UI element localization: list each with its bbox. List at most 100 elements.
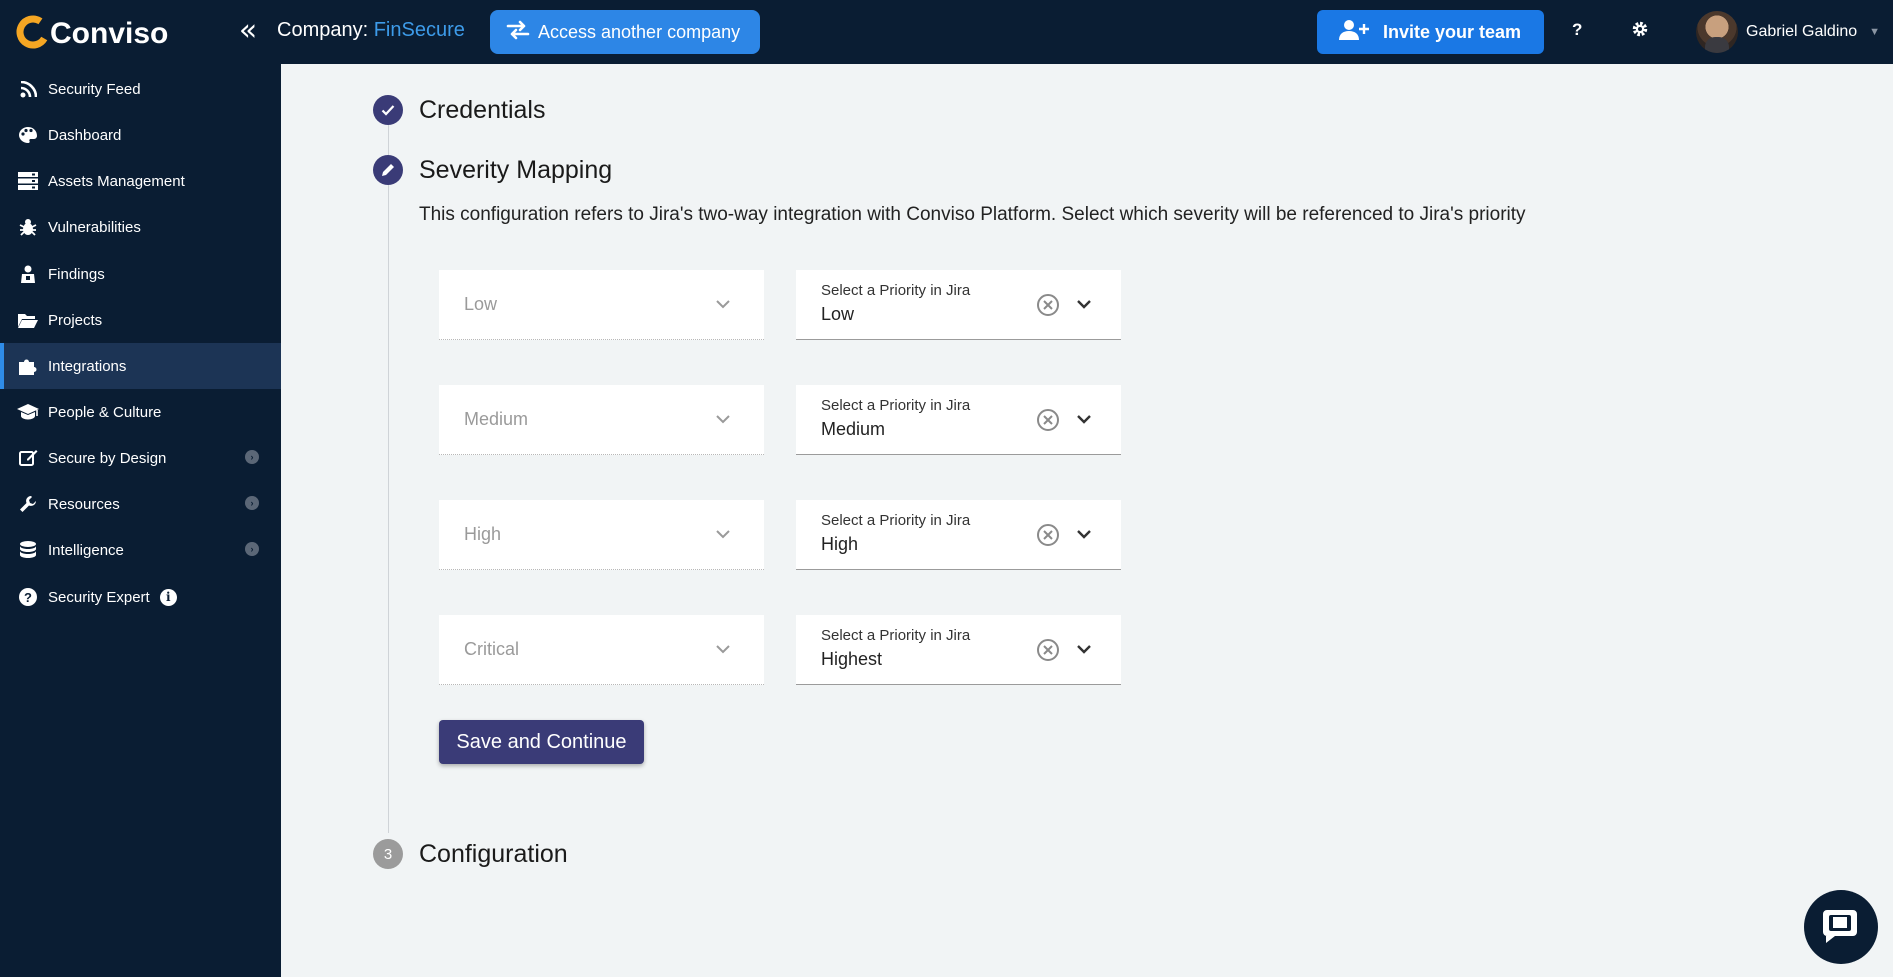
chevron-down-icon[interactable]: [1075, 525, 1093, 543]
gear-icon[interactable]: [1631, 20, 1649, 43]
sidebar-item-integrations[interactable]: Integrations: [0, 343, 281, 389]
puzzle-icon: [16, 357, 40, 375]
severity-value: Medium: [464, 409, 529, 429]
chevron-right-icon[interactable]: ›: [245, 450, 259, 464]
rss-icon: [16, 80, 40, 98]
sidebar-item-people-culture[interactable]: People & Culture: [0, 389, 281, 435]
chevron-right-icon[interactable]: ›: [245, 496, 259, 510]
chat-button[interactable]: [1804, 890, 1878, 964]
sidebar-item-label: Security Expert: [48, 588, 150, 606]
help-icon[interactable]: ?: [1572, 20, 1582, 40]
sidebar-item-security-expert[interactable]: ? Security Expert i: [0, 574, 281, 620]
jira-priority-label: Select a Priority in Jira: [821, 627, 971, 644]
question-circle-icon: ?: [16, 588, 40, 606]
jira-priority-label: Select a Priority in Jira: [821, 282, 971, 299]
company-name[interactable]: FinSecure: [374, 19, 465, 41]
server-icon: [16, 172, 40, 190]
sidebar-item-secure-by-design[interactable]: Secure by Design ›: [0, 435, 281, 481]
collapse-sidebar-button[interactable]: «: [234, 16, 262, 46]
sidebar-item-label: Vulnerabilities: [48, 218, 141, 236]
clear-icon[interactable]: [1036, 408, 1060, 432]
severity-mapping-description: This configuration refers to Jira's two-…: [419, 204, 1526, 225]
svg-text:?: ?: [24, 590, 32, 605]
severity-select-high: High: [439, 500, 764, 570]
sidebar: Security Feed Dashboard Assets Managemen…: [0, 64, 281, 977]
pencil-icon: [373, 155, 403, 185]
folder-icon: [16, 312, 40, 328]
sidebar-item-label: Dashboard: [48, 126, 122, 144]
step-title-severity-mapping: Severity Mapping: [419, 156, 613, 184]
chevron-down-icon: [716, 530, 730, 539]
chevron-down-icon[interactable]: [1075, 295, 1093, 313]
stepper-line: [388, 123, 389, 833]
database-icon: [16, 541, 40, 559]
jira-priority-select-medium[interactable]: Select a Priority in Jira Medium: [796, 385, 1121, 455]
chevron-right-icon[interactable]: ›: [245, 542, 259, 556]
avatar: [1696, 11, 1738, 53]
chevron-down-icon: [716, 415, 730, 424]
clear-icon[interactable]: [1036, 293, 1060, 317]
sidebar-item-label: Projects: [48, 311, 103, 329]
conviso-logo[interactable]: Conviso: [16, 12, 172, 52]
sidebar-item-label: Findings: [48, 265, 105, 283]
access-another-company-button[interactable]: Access another company: [490, 10, 760, 54]
invite-team-button[interactable]: Invite your team: [1317, 10, 1544, 54]
sidebar-item-intelligence[interactable]: Intelligence ›: [0, 527, 281, 573]
jira-priority-value: Medium: [821, 419, 886, 439]
step-title-credentials[interactable]: Credentials: [419, 96, 545, 125]
access-another-company-label: Access another company: [538, 21, 741, 42]
graduation-cap-icon: [16, 404, 40, 420]
palette-icon: [16, 126, 40, 144]
severity-select-critical: Critical: [439, 615, 764, 685]
step-number-badge: 3: [373, 839, 403, 869]
severity-select-medium: Medium: [439, 385, 764, 455]
jira-priority-label: Select a Priority in Jira: [821, 512, 971, 529]
chevron-down-icon: [716, 300, 730, 309]
chevron-down-icon[interactable]: [1075, 640, 1093, 658]
user-menu[interactable]: Gabriel Galdino ▼: [1696, 11, 1880, 53]
chevron-down-icon: [716, 645, 730, 654]
clear-icon[interactable]: [1036, 638, 1060, 662]
clear-icon[interactable]: [1036, 523, 1060, 547]
invite-team-label: Invite your team: [1383, 21, 1522, 42]
chevron-down-icon[interactable]: [1075, 410, 1093, 428]
severity-select-low: Low: [439, 270, 764, 340]
sidebar-item-vulnerabilities[interactable]: Vulnerabilities: [0, 204, 281, 250]
sidebar-item-label: Integrations: [48, 357, 127, 375]
findings-icon: [16, 265, 40, 283]
jira-priority-value: Low: [821, 304, 855, 324]
severity-value: Low: [464, 294, 498, 314]
step-title-configuration: Configuration: [419, 840, 568, 868]
sidebar-item-label: Intelligence: [48, 541, 124, 559]
sidebar-item-findings[interactable]: Findings: [0, 251, 281, 297]
sidebar-item-projects[interactable]: Projects: [0, 297, 281, 343]
jira-priority-select-critical[interactable]: Select a Priority in Jira Highest: [796, 615, 1121, 685]
sidebar-item-security-feed[interactable]: Security Feed: [0, 66, 281, 112]
top-bar: Conviso « Company: FinSecure Access anot…: [0, 0, 1893, 64]
jira-priority-select-high[interactable]: Select a Priority in Jira High: [796, 500, 1121, 570]
sidebar-item-label: Resources: [48, 495, 120, 513]
edit-icon: [16, 449, 40, 467]
severity-value: Critical: [464, 639, 520, 659]
severity-value: High: [464, 524, 502, 544]
check-icon: [373, 95, 403, 125]
sidebar-item-dashboard[interactable]: Dashboard: [0, 112, 281, 158]
info-icon[interactable]: i: [159, 588, 177, 606]
jira-priority-value: High: [821, 534, 859, 554]
jira-priority-label: Select a Priority in Jira: [821, 397, 971, 414]
company-indicator: Company: FinSecure: [277, 19, 465, 42]
sidebar-item-resources[interactable]: Resources ›: [0, 481, 281, 527]
swap-arrows-icon: [506, 20, 530, 45]
sidebar-item-assets-management[interactable]: Assets Management: [0, 158, 281, 204]
user-plus-icon: [1339, 19, 1369, 46]
jira-priority-select-low[interactable]: Select a Priority in Jira Low: [796, 270, 1121, 340]
caret-down-icon: ▼: [1869, 26, 1881, 38]
chat-bubble-icon: [1821, 906, 1861, 949]
svg-text:Conviso: Conviso: [50, 17, 168, 49]
sidebar-item-label: Assets Management: [48, 172, 185, 190]
company-label: Company:: [277, 19, 369, 41]
save-and-continue-button[interactable]: Save and Continue: [439, 720, 644, 764]
user-name: Gabriel Galdino: [1746, 23, 1858, 40]
jira-priority-value: Highest: [821, 649, 883, 669]
sidebar-item-label: Security Feed: [48, 80, 141, 98]
